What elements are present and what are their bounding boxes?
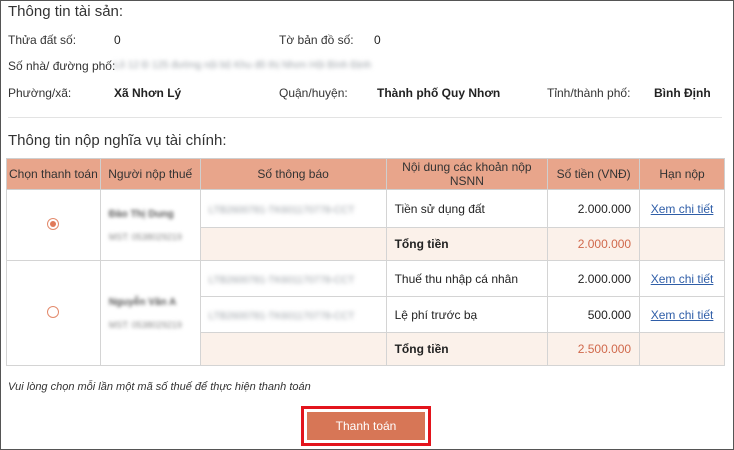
district-value: Thành phố Quy Nhơn xyxy=(377,86,501,100)
deadline-cell: Xem chi tiết xyxy=(639,189,725,228)
notice-number: LTB2600781-TK601170778-CCT xyxy=(208,204,355,216)
view-detail-link[interactable]: Xem chi tiết xyxy=(651,202,714,216)
amount-cell: 500.000 xyxy=(547,296,641,333)
header-deadline: Hạn nộp xyxy=(639,158,725,190)
obligation-table: Chọn thanh toán Người nộp thuế Số thông … xyxy=(6,158,725,366)
view-detail-link[interactable]: Xem chi tiết xyxy=(651,308,714,322)
pay-button[interactable]: Thanh toán xyxy=(307,412,425,440)
payment-radio-1[interactable] xyxy=(47,217,60,230)
map-sheet-label: Tờ bản đồ số: xyxy=(279,33,354,47)
parcel-value: 0 xyxy=(114,33,121,47)
notice-number: LTB2600781-TK601170778-CCT xyxy=(208,274,355,286)
payer-tax-id: MST: 0538029219 xyxy=(108,319,182,330)
amount-cell: 2.000.000 xyxy=(547,260,641,297)
province-value: Bình Định xyxy=(654,86,711,100)
payer-name: Đào Thị Dung xyxy=(108,208,174,220)
total-label: Tổng tiền xyxy=(385,332,549,366)
deadline-cell-empty xyxy=(639,227,725,261)
amount-cell: 2.000.000 xyxy=(547,189,641,228)
pay-button-highlight: Thanh toán xyxy=(301,406,431,446)
header-amount: Số tiền (VNĐ) xyxy=(547,158,641,190)
address-value: Lô 12 Đ 125 đường nội bộ Khu đô thị Nhơn… xyxy=(114,60,372,71)
asset-info-title: Thông tin tài sản: xyxy=(8,3,124,20)
select-cell-1 xyxy=(6,189,101,261)
notice-number: LTB2600781-TK601170778-CCT xyxy=(208,310,355,322)
payment-radio-2[interactable] xyxy=(47,305,60,318)
payer-name: Nguyễn Văn A xyxy=(108,296,177,308)
payer-tax-id: MST: 0538029219 xyxy=(108,231,182,242)
notice-cell: LTB2600781-TK601170778-CCT xyxy=(199,189,387,228)
header-content: Nội dung các khoản nộp NSNN xyxy=(385,158,549,190)
deadline-cell-empty xyxy=(639,332,725,366)
content-cell: Lệ phí trước bạ xyxy=(385,296,549,333)
map-sheet-value: 0 xyxy=(374,33,381,47)
total-amount: 2.500.000 xyxy=(547,332,641,366)
notice-cell: LTB2600781-TK601170778-CCT xyxy=(199,296,387,333)
deadline-cell: Xem chi tiết xyxy=(639,260,725,297)
total-label: Tổng tiền xyxy=(385,227,549,261)
notice-cell-empty xyxy=(199,227,387,261)
address-label: Số nhà/ đường phố: xyxy=(8,59,116,73)
content-cell: Thuế thu nhập cá nhân xyxy=(385,260,549,297)
district-label: Quận/huyện: xyxy=(279,86,348,100)
section-divider xyxy=(8,117,722,118)
payment-hint: Vui lòng chọn mỗi lần một mã số thuế để … xyxy=(8,381,311,393)
header-payer: Người nộp thuế xyxy=(99,158,201,190)
view-detail-link[interactable]: Xem chi tiết xyxy=(651,272,714,286)
total-amount: 2.000.000 xyxy=(547,227,641,261)
deadline-cell: Xem chi tiết xyxy=(639,296,725,333)
parcel-label: Thửa đất số: xyxy=(8,33,77,47)
payer-cell-1: Đào Thị Dung MST: 0538029219 xyxy=(99,189,201,261)
notice-cell: LTB2600781-TK601170778-CCT xyxy=(199,260,387,297)
header-notice: Số thông báo xyxy=(199,158,387,190)
obligation-title: Thông tin nộp nghĩa vụ tài chính: xyxy=(8,132,227,149)
header-select: Chọn thanh toán xyxy=(6,158,101,190)
ward-label: Phường/xã: xyxy=(8,86,72,100)
select-cell-2 xyxy=(6,260,101,366)
table-row: Nguyễn Văn A MST: 0538029219 LTB2600781-… xyxy=(6,260,725,366)
content-cell: Tiền sử dụng đất xyxy=(385,189,549,228)
table-header-row: Chọn thanh toán Người nộp thuế Số thông … xyxy=(6,158,725,190)
table-row: Đào Thị Dung MST: 0538029219 LTB2600781-… xyxy=(6,189,725,261)
notice-cell-empty xyxy=(199,332,387,366)
ward-value: Xã Nhơn Lý xyxy=(114,86,182,100)
payer-cell-2: Nguyễn Văn A MST: 0538029219 xyxy=(99,260,201,366)
province-label: Tỉnh/thành phố: xyxy=(547,86,631,100)
